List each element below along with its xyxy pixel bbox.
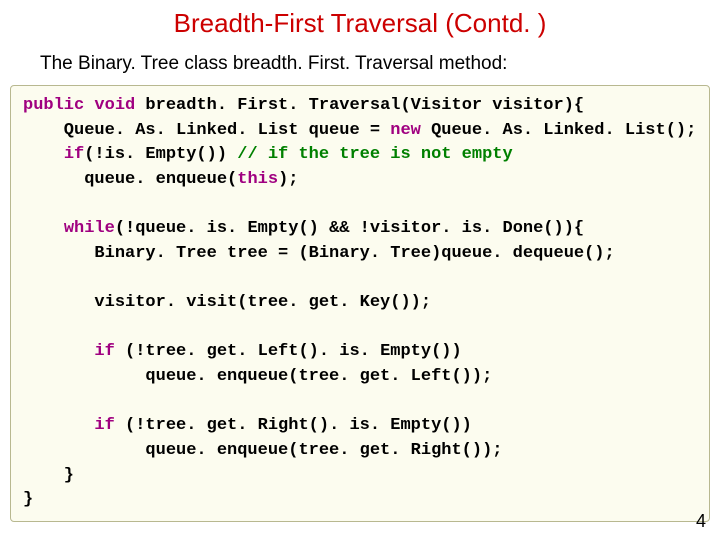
keyword-while: while <box>64 219 115 238</box>
keyword-if: if <box>64 145 84 164</box>
keyword-new: new <box>390 121 421 140</box>
code-blank <box>23 318 33 337</box>
keyword-if: if <box>94 416 114 435</box>
code-blank <box>23 195 33 214</box>
code-text: Queue. As. Linked. List queue = <box>23 121 390 140</box>
code-text: (!is. Empty()) <box>84 145 237 164</box>
code-text: } <box>23 490 33 509</box>
code-text: visitor. visit(tree. get. Key()); <box>23 293 431 312</box>
subtitle-text: The Binary. Tree class breadth. First. T… <box>0 53 720 85</box>
code-text: queue. enqueue(tree. get. Left()); <box>23 367 492 386</box>
keyword-void: void <box>94 96 135 115</box>
keyword-public: public <box>23 96 84 115</box>
code-text: queue. enqueue(tree. get. Right()); <box>23 441 502 460</box>
code-text <box>23 145 64 164</box>
keyword-if: if <box>94 342 114 361</box>
page-number: 4 <box>696 511 706 532</box>
code-text: ); <box>278 170 298 189</box>
code-text <box>23 219 64 238</box>
code-text: } <box>23 466 74 485</box>
keyword-this: this <box>237 170 278 189</box>
code-text: Queue. As. Linked. List(); <box>421 121 696 140</box>
code-blank <box>23 392 33 411</box>
code-block: public void breadth. First. Traversal(Vi… <box>10 85 710 522</box>
code-text <box>84 96 94 115</box>
code-text <box>23 416 94 435</box>
code-text: breadth. First. Traversal(Visitor visito… <box>135 96 584 115</box>
code-comment: // if the tree is not empty <box>237 145 512 164</box>
code-text: (!queue. is. Empty() && !visitor. is. Do… <box>115 219 584 238</box>
code-blank <box>23 268 33 287</box>
code-text <box>23 342 94 361</box>
code-text: Binary. Tree tree = (Binary. Tree)queue.… <box>23 244 615 263</box>
slide-title: Breadth-First Traversal (Contd. ) <box>0 0 720 53</box>
code-text: (!tree. get. Left(). is. Empty()) <box>115 342 462 361</box>
code-text: (!tree. get. Right(). is. Empty()) <box>115 416 472 435</box>
code-text: queue. enqueue( <box>23 170 237 189</box>
